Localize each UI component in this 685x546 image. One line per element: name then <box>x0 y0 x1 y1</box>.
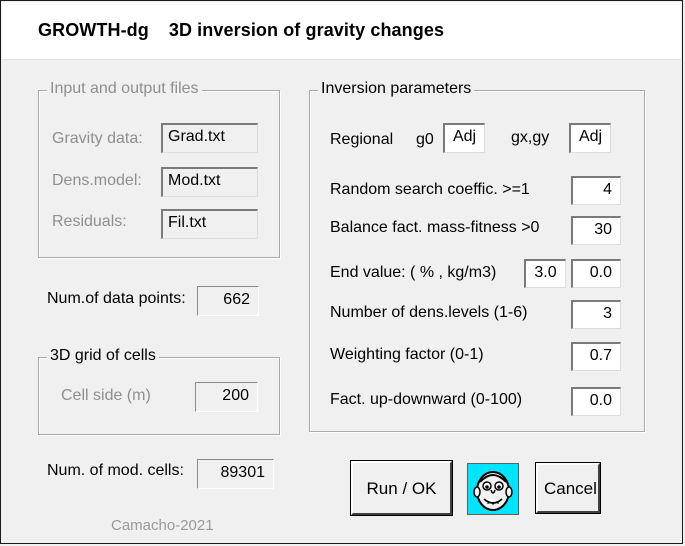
dens-levels-field[interactable]: 3 <box>571 300 621 329</box>
app-name: GROWTH-dg <box>38 20 149 40</box>
cell-side-label: Cell side (m) <box>61 387 151 404</box>
cancel-button[interactable]: Cancel <box>535 462 601 514</box>
regional-label: Regional <box>330 131 394 148</box>
cancel-label: Cancel <box>544 479 597 498</box>
title-text: 3D inversion of gravity changes <box>168 20 445 40</box>
weighting-factor-label: Weighting factor (0-1) <box>330 346 484 363</box>
g0-label: g0 <box>416 131 434 148</box>
dialog-window: GROWTH-dg 3D inversion of gravity changes… <box>0 0 683 544</box>
balance-factor-label: Balance fact. mass-fitness >0 <box>330 219 540 236</box>
mod-cells-value: 89301 <box>197 459 274 489</box>
smiley-face-drawing <box>473 471 513 511</box>
random-search-label: Random search coeffic. >=1 <box>330 181 530 198</box>
title-bar: GROWTH-dg 3D inversion of gravity changes <box>2 2 681 60</box>
author-credit: Camacho-2021 <box>111 517 214 534</box>
residuals-field[interactable]: Fil.txt <box>161 209 258 239</box>
gxgy-field[interactable]: Adj <box>569 123 611 153</box>
random-search-field[interactable]: 4 <box>571 176 621 205</box>
end-value-label: End value: ( % , kg/m3) <box>330 264 497 281</box>
data-points-label: Num.of data points: <box>47 290 186 307</box>
run-ok-button[interactable]: Run / OK <box>350 460 453 516</box>
g0-field[interactable]: Adj <box>443 123 485 153</box>
run-ok-label: Run / OK <box>366 479 437 498</box>
residuals-label: Residuals: <box>52 213 127 230</box>
params-group-legend: Inversion parameters <box>318 80 475 98</box>
balance-factor-field[interactable]: 30 <box>571 216 621 245</box>
dens-levels-label: Number of dens.levels (1-6) <box>330 304 528 321</box>
end-value-percent-field[interactable]: 3.0 <box>524 259 566 288</box>
gravity-data-field[interactable]: Grad.txt <box>161 123 258 153</box>
smiley-face-icon[interactable] <box>467 463 519 515</box>
data-points-value: 662 <box>197 286 259 316</box>
grid-group-legend: 3D grid of cells <box>47 347 159 365</box>
gxgy-label: gx,gy <box>511 129 550 146</box>
gravity-data-label: Gravity data: <box>52 130 143 147</box>
end-value-density-field[interactable]: 0.0 <box>571 259 621 288</box>
up-downward-label: Fact. up-downward (0-100) <box>330 391 523 408</box>
dens-model-field[interactable]: Mod.txt <box>161 167 258 197</box>
dens-model-label: Dens.model: <box>52 172 142 189</box>
weighting-factor-field[interactable]: 0.7 <box>571 342 621 371</box>
files-group-legend: Input and output files <box>47 80 202 98</box>
up-downward-field[interactable]: 0.0 <box>571 387 621 416</box>
mod-cells-label: Num. of mod. cells: <box>47 462 184 479</box>
cell-side-field[interactable]: 200 <box>195 382 258 412</box>
window-title: GROWTH-dg 3D inversion of gravity changes <box>38 20 444 41</box>
